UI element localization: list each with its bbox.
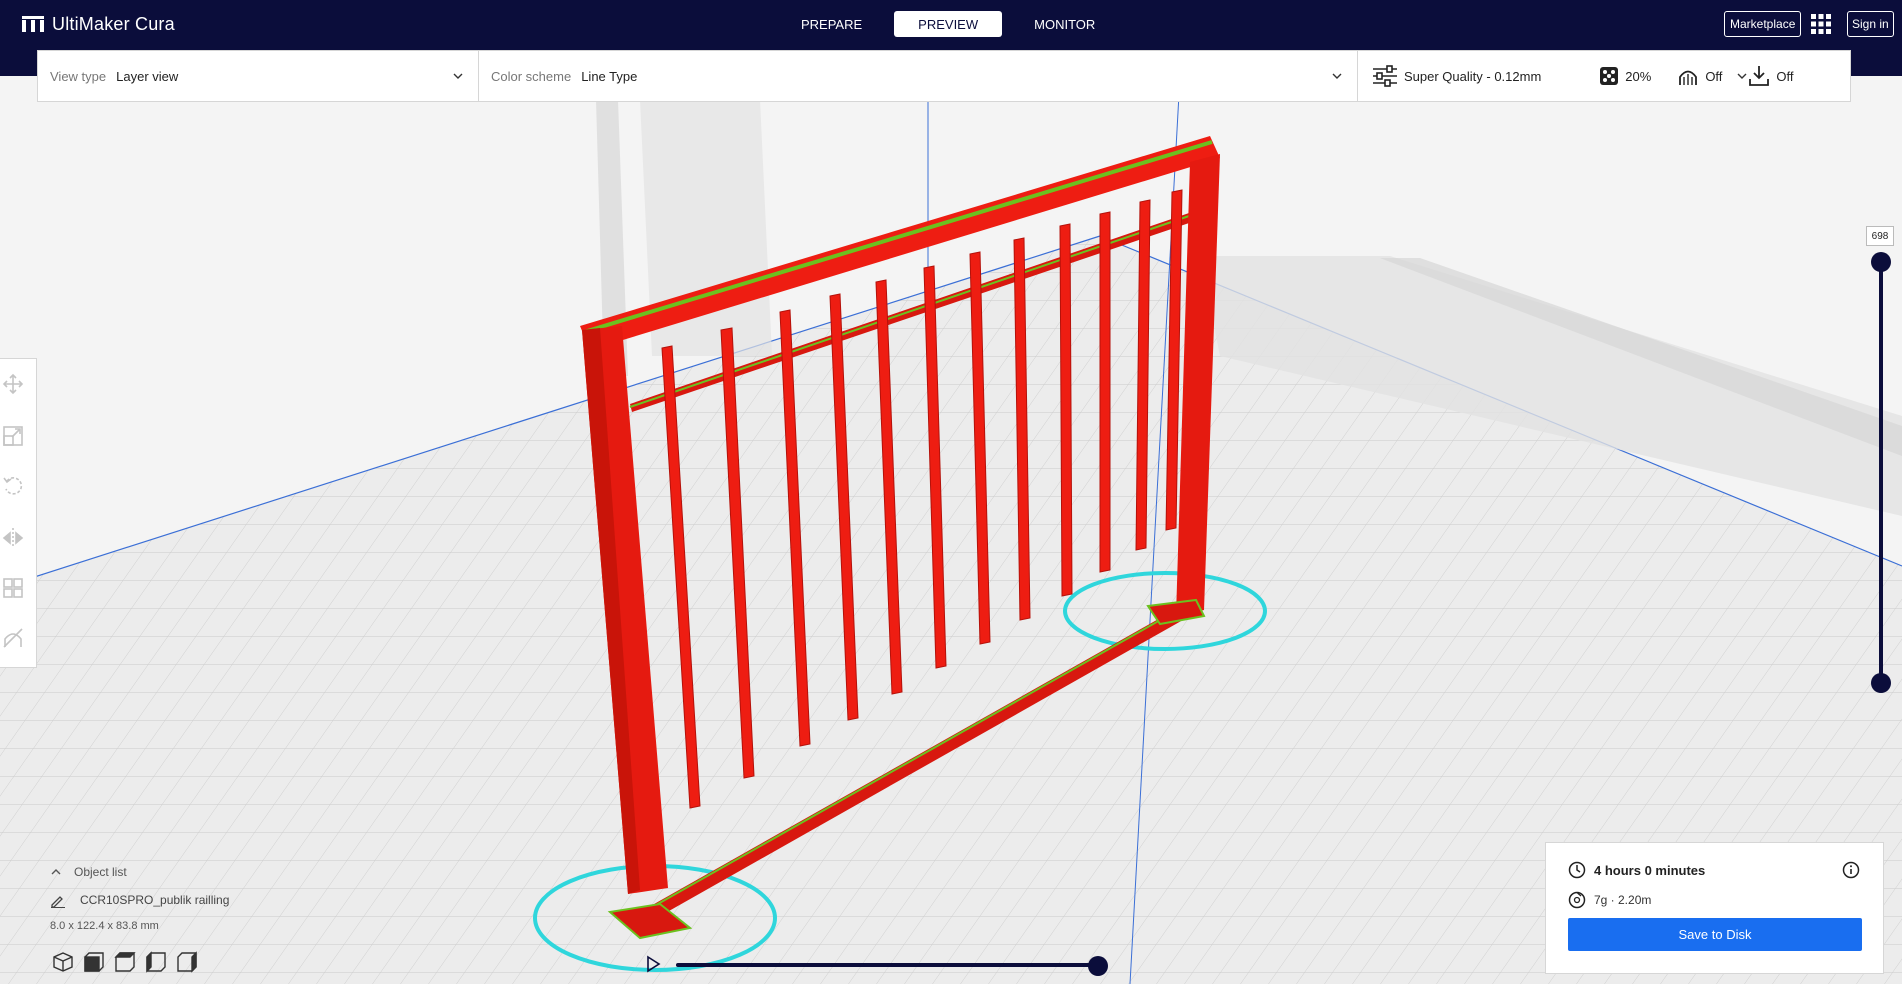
per-model-settings-icon[interactable] xyxy=(2,577,24,599)
print-job-panel: 4 hours 0 minutes 7g · 2.20m Save to Dis… xyxy=(1545,842,1884,974)
adhesion-icon xyxy=(1749,66,1770,86)
tab-prepare[interactable]: PREPARE xyxy=(777,11,886,37)
chevron-up-icon xyxy=(51,869,61,875)
layer-slider-top-handle[interactable] xyxy=(1871,252,1891,272)
ultimaker-logo-icon xyxy=(22,16,44,32)
object-list-item[interactable]: CCR10SPRO_publik railling xyxy=(50,892,229,908)
support-icon xyxy=(1679,70,1698,85)
simulation-slider-track[interactable] xyxy=(676,963,1098,967)
view-right-icon[interactable] xyxy=(176,951,198,973)
tab-monitor[interactable]: MONITOR xyxy=(1010,11,1119,37)
infill-item: 20% xyxy=(1599,66,1651,86)
object-dimensions: 8.0 x 122.4 x 83.8 mm xyxy=(50,920,159,932)
sign-in-button[interactable]: Sign in xyxy=(1847,11,1894,37)
color-scheme-selector[interactable]: Color scheme Line Type xyxy=(479,51,1358,101)
tab-preview[interactable]: PREVIEW xyxy=(894,11,1003,37)
scale-icon[interactable] xyxy=(2,425,24,447)
transform-toolbar xyxy=(0,358,37,668)
object-list-label: Object list xyxy=(74,865,127,879)
app-brand: UltiMaker Cura xyxy=(22,12,175,36)
apps-grid-icon[interactable] xyxy=(1810,13,1832,35)
adhesion-item: Off xyxy=(1748,65,1794,87)
play-icon[interactable] xyxy=(644,955,662,973)
layer-slider-track[interactable] xyxy=(1879,258,1883,684)
view-type-label: View type xyxy=(50,68,107,84)
clock-icon xyxy=(1568,861,1586,879)
view-type-selector[interactable]: View type Layer view xyxy=(38,51,479,101)
pencil-icon xyxy=(51,896,65,908)
print-time: 4 hours 0 minutes xyxy=(1594,862,1706,878)
color-scheme-value: Line Type xyxy=(581,68,638,84)
print-time-row: 4 hours 0 minutes xyxy=(1568,861,1705,879)
sliders-icon xyxy=(1373,65,1397,87)
view-3d-icon[interactable] xyxy=(52,951,74,973)
print-setup-selector[interactable]: Super Quality - 0.12mm 20% Off Off xyxy=(1358,51,1850,101)
material-row: 7g · 2.20m xyxy=(1568,891,1651,909)
camera-view-buttons xyxy=(52,951,198,973)
info-icon[interactable] xyxy=(1842,861,1860,879)
view-top-icon[interactable] xyxy=(114,951,136,973)
infill-value: 20% xyxy=(1625,68,1652,84)
move-icon[interactable] xyxy=(2,373,24,395)
spool-icon xyxy=(1568,891,1586,909)
view-type-value: Layer view xyxy=(116,68,179,84)
chevron-down-icon xyxy=(1332,73,1342,79)
layer-number-input[interactable]: 698 xyxy=(1866,226,1894,246)
save-to-disk-button[interactable]: Save to Disk xyxy=(1568,918,1862,951)
view-settings-bar: View type Layer view Color scheme Line T… xyxy=(37,50,1851,102)
view-left-icon[interactable] xyxy=(145,951,167,973)
profile-item: Super Quality - 0.12mm xyxy=(1372,65,1541,87)
profile-name: Super Quality - 0.12mm xyxy=(1404,68,1542,84)
support-value: Off xyxy=(1705,68,1723,84)
object-name: CCR10SPRO_publik railling xyxy=(80,893,230,907)
layer-slider-bottom-handle[interactable] xyxy=(1871,673,1891,693)
object-list-toggle[interactable]: Object list xyxy=(50,865,127,879)
marketplace-button[interactable]: Marketplace xyxy=(1724,11,1802,37)
app-name: UltiMaker Cura xyxy=(52,13,175,34)
adhesion-value: Off xyxy=(1776,68,1794,84)
material-usage: 7g · 2.20m xyxy=(1594,893,1652,907)
mirror-icon[interactable] xyxy=(2,527,24,549)
support-item: Off xyxy=(1677,65,1722,87)
infill-icon xyxy=(1600,67,1619,85)
stage-tabs: PREPARE PREVIEW MONITOR xyxy=(777,11,1119,37)
chevron-down-icon xyxy=(1737,73,1747,79)
chevron-down-icon xyxy=(453,73,463,79)
rotate-icon[interactable] xyxy=(2,475,24,497)
support-blocker-icon[interactable] xyxy=(2,627,24,649)
color-scheme-label: Color scheme xyxy=(491,68,572,84)
simulation-slider-handle[interactable] xyxy=(1088,956,1108,976)
view-front-icon[interactable] xyxy=(83,951,105,973)
